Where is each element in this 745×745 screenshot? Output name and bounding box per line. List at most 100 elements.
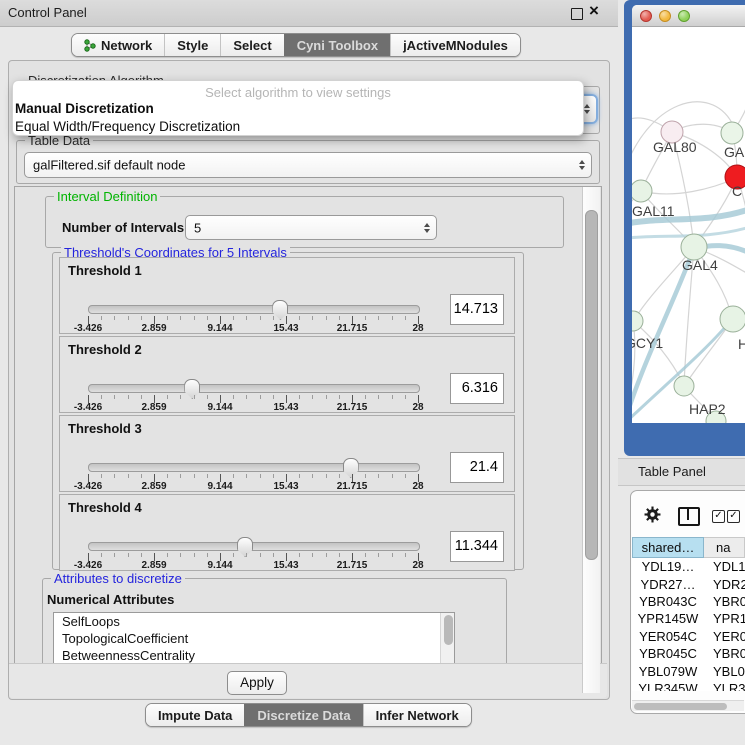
slider-track[interactable] bbox=[88, 542, 420, 551]
top-tab-bar: Network Style Select Cyni ToolboxjActiveMNo… bbox=[71, 33, 521, 57]
cell-name: YPR1 bbox=[704, 611, 745, 626]
cell-shared-name: YLR345W bbox=[632, 681, 704, 691]
network-node[interactable] bbox=[720, 306, 745, 332]
cell-shared-name: YBR045C bbox=[632, 646, 704, 661]
slider-ticks bbox=[88, 316, 418, 324]
number-of-intervals-combo[interactable]: 5 bbox=[185, 215, 437, 240]
table-data-combo[interactable]: galFiltered.sif default node bbox=[24, 152, 592, 178]
apply-button[interactable]: Apply bbox=[227, 671, 287, 695]
list-item-selfloops[interactable]: SelfLoops bbox=[54, 613, 454, 630]
table-row[interactable]: YBR045CYBR0 bbox=[632, 645, 745, 662]
dropdown-option-equal-width-frequency-discretization[interactable]: Equal Width/Frequency Discretization bbox=[13, 118, 583, 136]
table-row[interactable]: YBR043CYBR0 bbox=[632, 593, 745, 610]
tick-mark bbox=[194, 553, 195, 557]
settings-scrollbar-thumb[interactable] bbox=[585, 210, 598, 560]
tick-mark bbox=[233, 553, 234, 557]
minimize-traffic-light-icon[interactable] bbox=[659, 10, 671, 22]
slider-track[interactable] bbox=[88, 305, 420, 314]
tab-discretize-data[interactable]: Discretize Data bbox=[244, 704, 362, 726]
tick-label: 15.43 bbox=[273, 323, 298, 334]
tick-mark bbox=[405, 395, 406, 399]
dropdown-hint: Select algorithm to view settings bbox=[13, 81, 583, 100]
tab-infer-network[interactable]: Infer Network bbox=[363, 704, 471, 726]
tick-mark bbox=[246, 395, 247, 399]
list-item-betweennesscentrality[interactable]: BetweennessCentrality bbox=[54, 647, 454, 664]
table-hscrollbar-track[interactable] bbox=[632, 700, 744, 711]
network-node[interactable] bbox=[721, 122, 743, 144]
tick-mark bbox=[392, 395, 393, 399]
checkbox-icon[interactable]: ✓ bbox=[727, 510, 740, 523]
column-header-shared-name[interactable]: shared… bbox=[632, 537, 704, 558]
table-row[interactable]: YDR27…YDR2 bbox=[632, 575, 745, 592]
network-window-titlebar[interactable] bbox=[632, 5, 745, 27]
column-header-name[interactable]: na bbox=[704, 537, 745, 558]
dropdown-option-manual-discretization[interactable]: Manual Discretization bbox=[13, 100, 583, 118]
tick-mark bbox=[273, 395, 274, 399]
close-traffic-light-icon[interactable] bbox=[640, 10, 652, 22]
table-row[interactable]: YER054CYER0 bbox=[632, 628, 745, 645]
network-node-label-c: C bbox=[732, 183, 742, 199]
threshold-value-field[interactable]: 6.316 bbox=[450, 373, 504, 404]
tab-label: Network bbox=[101, 38, 152, 53]
tab-impute-data[interactable]: Impute Data bbox=[146, 704, 244, 726]
tab-label: Style bbox=[177, 38, 208, 53]
tick-mark bbox=[260, 395, 261, 399]
tick-mark bbox=[114, 316, 115, 320]
gear-icon[interactable] bbox=[644, 506, 661, 523]
tick-label: 15.43 bbox=[273, 402, 298, 413]
split-columns-icon[interactable] bbox=[678, 507, 700, 526]
tick-mark bbox=[114, 553, 115, 557]
network-node-label-h: H bbox=[738, 336, 745, 352]
tick-mark bbox=[326, 474, 327, 478]
tick-mark bbox=[339, 474, 340, 478]
tick-mark bbox=[299, 395, 300, 399]
close-icon[interactable]: × bbox=[589, 1, 599, 21]
threshold-value-field[interactable]: 21.4 bbox=[450, 452, 504, 483]
table-row[interactable]: YLR345WYLR3 bbox=[632, 680, 745, 691]
tick-mark bbox=[128, 316, 129, 320]
threshold-value-field[interactable]: 11.344 bbox=[450, 531, 504, 562]
tick-mark bbox=[167, 395, 168, 399]
tab-style[interactable]: Style bbox=[164, 34, 220, 56]
checkbox-icon[interactable]: ✓ bbox=[712, 510, 725, 523]
tab-select[interactable]: Select bbox=[220, 34, 283, 56]
table-data-combo-value: galFiltered.sif default node bbox=[33, 158, 185, 173]
tick-mark bbox=[180, 395, 181, 399]
attributes-group-title: Attributes to discretize bbox=[51, 571, 185, 586]
threshold-value-field[interactable]: 14.713 bbox=[450, 294, 504, 325]
table-row[interactable]: YPR145WYPR1 bbox=[632, 610, 745, 627]
table-row[interactable]: YBL079WYBL0 bbox=[632, 662, 745, 679]
list-scrollbar-track[interactable] bbox=[440, 613, 454, 665]
network-node[interactable] bbox=[674, 376, 694, 396]
network-window[interactable]: GAL80GACGAL11GAL4GCY1HHAP2 bbox=[632, 5, 745, 423]
screen: Control Panel × Network Style Select Cyni T… bbox=[0, 0, 745, 745]
list-item-topologicalcoefficient[interactable]: TopologicalCoefficient bbox=[54, 630, 454, 647]
control-panel-title: Control Panel bbox=[8, 5, 87, 20]
tick-mark bbox=[128, 553, 129, 557]
slider-track[interactable] bbox=[88, 463, 420, 472]
tick-label: 9.144 bbox=[207, 323, 232, 334]
tick-mark bbox=[339, 395, 340, 399]
tick-label: 28 bbox=[412, 323, 423, 334]
tab-label: Impute Data bbox=[158, 708, 232, 723]
tick-mark bbox=[365, 316, 366, 320]
tab-network[interactable]: Network bbox=[72, 34, 164, 56]
cell-shared-name: YPR145W bbox=[632, 611, 704, 626]
zoom-traffic-light-icon[interactable] bbox=[678, 10, 690, 22]
network-canvas[interactable]: GAL80GACGAL11GAL4GCY1HHAP2 bbox=[632, 27, 745, 423]
list-scrollbar-thumb[interactable] bbox=[444, 615, 453, 645]
tick-label: 9.144 bbox=[207, 402, 232, 413]
tab-label: Select bbox=[233, 38, 271, 53]
tick-mark bbox=[167, 316, 168, 320]
tab-jactivemnodules[interactable]: jActiveMNodules bbox=[390, 34, 520, 56]
tick-mark bbox=[207, 553, 208, 557]
numerical-attributes-list[interactable]: SelfLoopsTopologicalCoefficientBetweenne… bbox=[53, 612, 455, 668]
tick-label: 28 bbox=[412, 481, 423, 492]
table-hscrollbar-thumb[interactable] bbox=[634, 703, 727, 710]
table-row[interactable]: YDL19…YDL1 bbox=[632, 558, 745, 575]
tab-cyni-toolbox[interactable]: Cyni Toolbox bbox=[284, 34, 390, 56]
slider-track[interactable] bbox=[88, 384, 420, 393]
tick-mark bbox=[273, 316, 274, 320]
float-window-icon[interactable] bbox=[571, 8, 583, 20]
network-node[interactable] bbox=[632, 180, 652, 202]
